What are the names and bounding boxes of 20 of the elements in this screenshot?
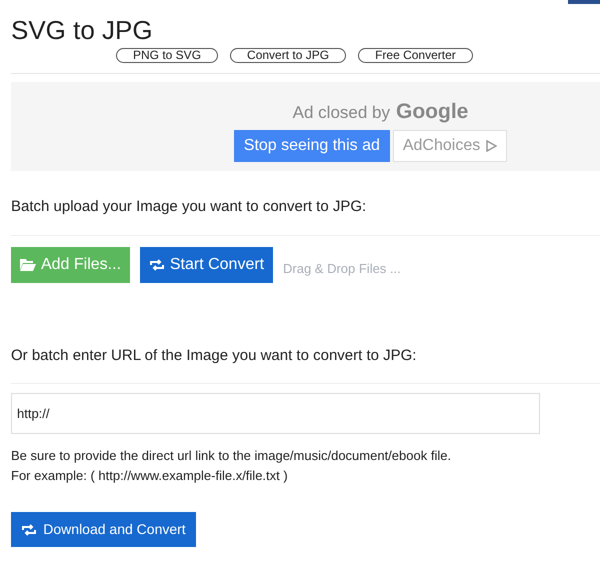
- page-title: SVG to JPG: [11, 14, 153, 46]
- repeat-icon: [21, 524, 38, 536]
- help-text: Be sure to provide the direct url link to the image/music/document/ebook file.: [11, 447, 452, 465]
- url-label: Or batch enter URL of the Image you want to convert to JPG:: [11, 346, 418, 366]
- url-field[interactable]: http://: [11, 393, 540, 434]
- adchoices-button[interactable]: AdChoices: [392, 130, 508, 162]
- upload-label: Batch upload your Image you want to convert to JPG:: [11, 197, 368, 217]
- stop-ad-button[interactable]: Stop seeing this ad: [234, 130, 390, 162]
- help-text: For example: ( http://www.example-file.x/file.txt ): [11, 467, 289, 485]
- nav-link[interactable]: Convert to JPG: [230, 48, 346, 63]
- repeat-icon: [148, 258, 165, 270]
- download-convert-button[interactable]: Download and Convert: [11, 512, 196, 547]
- nav-link[interactable]: Free Converter: [358, 48, 473, 63]
- nav-link[interactable]: PNG to SVG: [116, 48, 218, 63]
- play-icon: [486, 140, 498, 152]
- drop-hint: Drag & Drop Files ...: [283, 260, 401, 278]
- start-convert-button[interactable]: Start Convert: [140, 246, 273, 282]
- google-logo: Google: [396, 99, 468, 125]
- ad-text: Ad closed by: [292, 102, 390, 124]
- folder-icon: [20, 258, 36, 271]
